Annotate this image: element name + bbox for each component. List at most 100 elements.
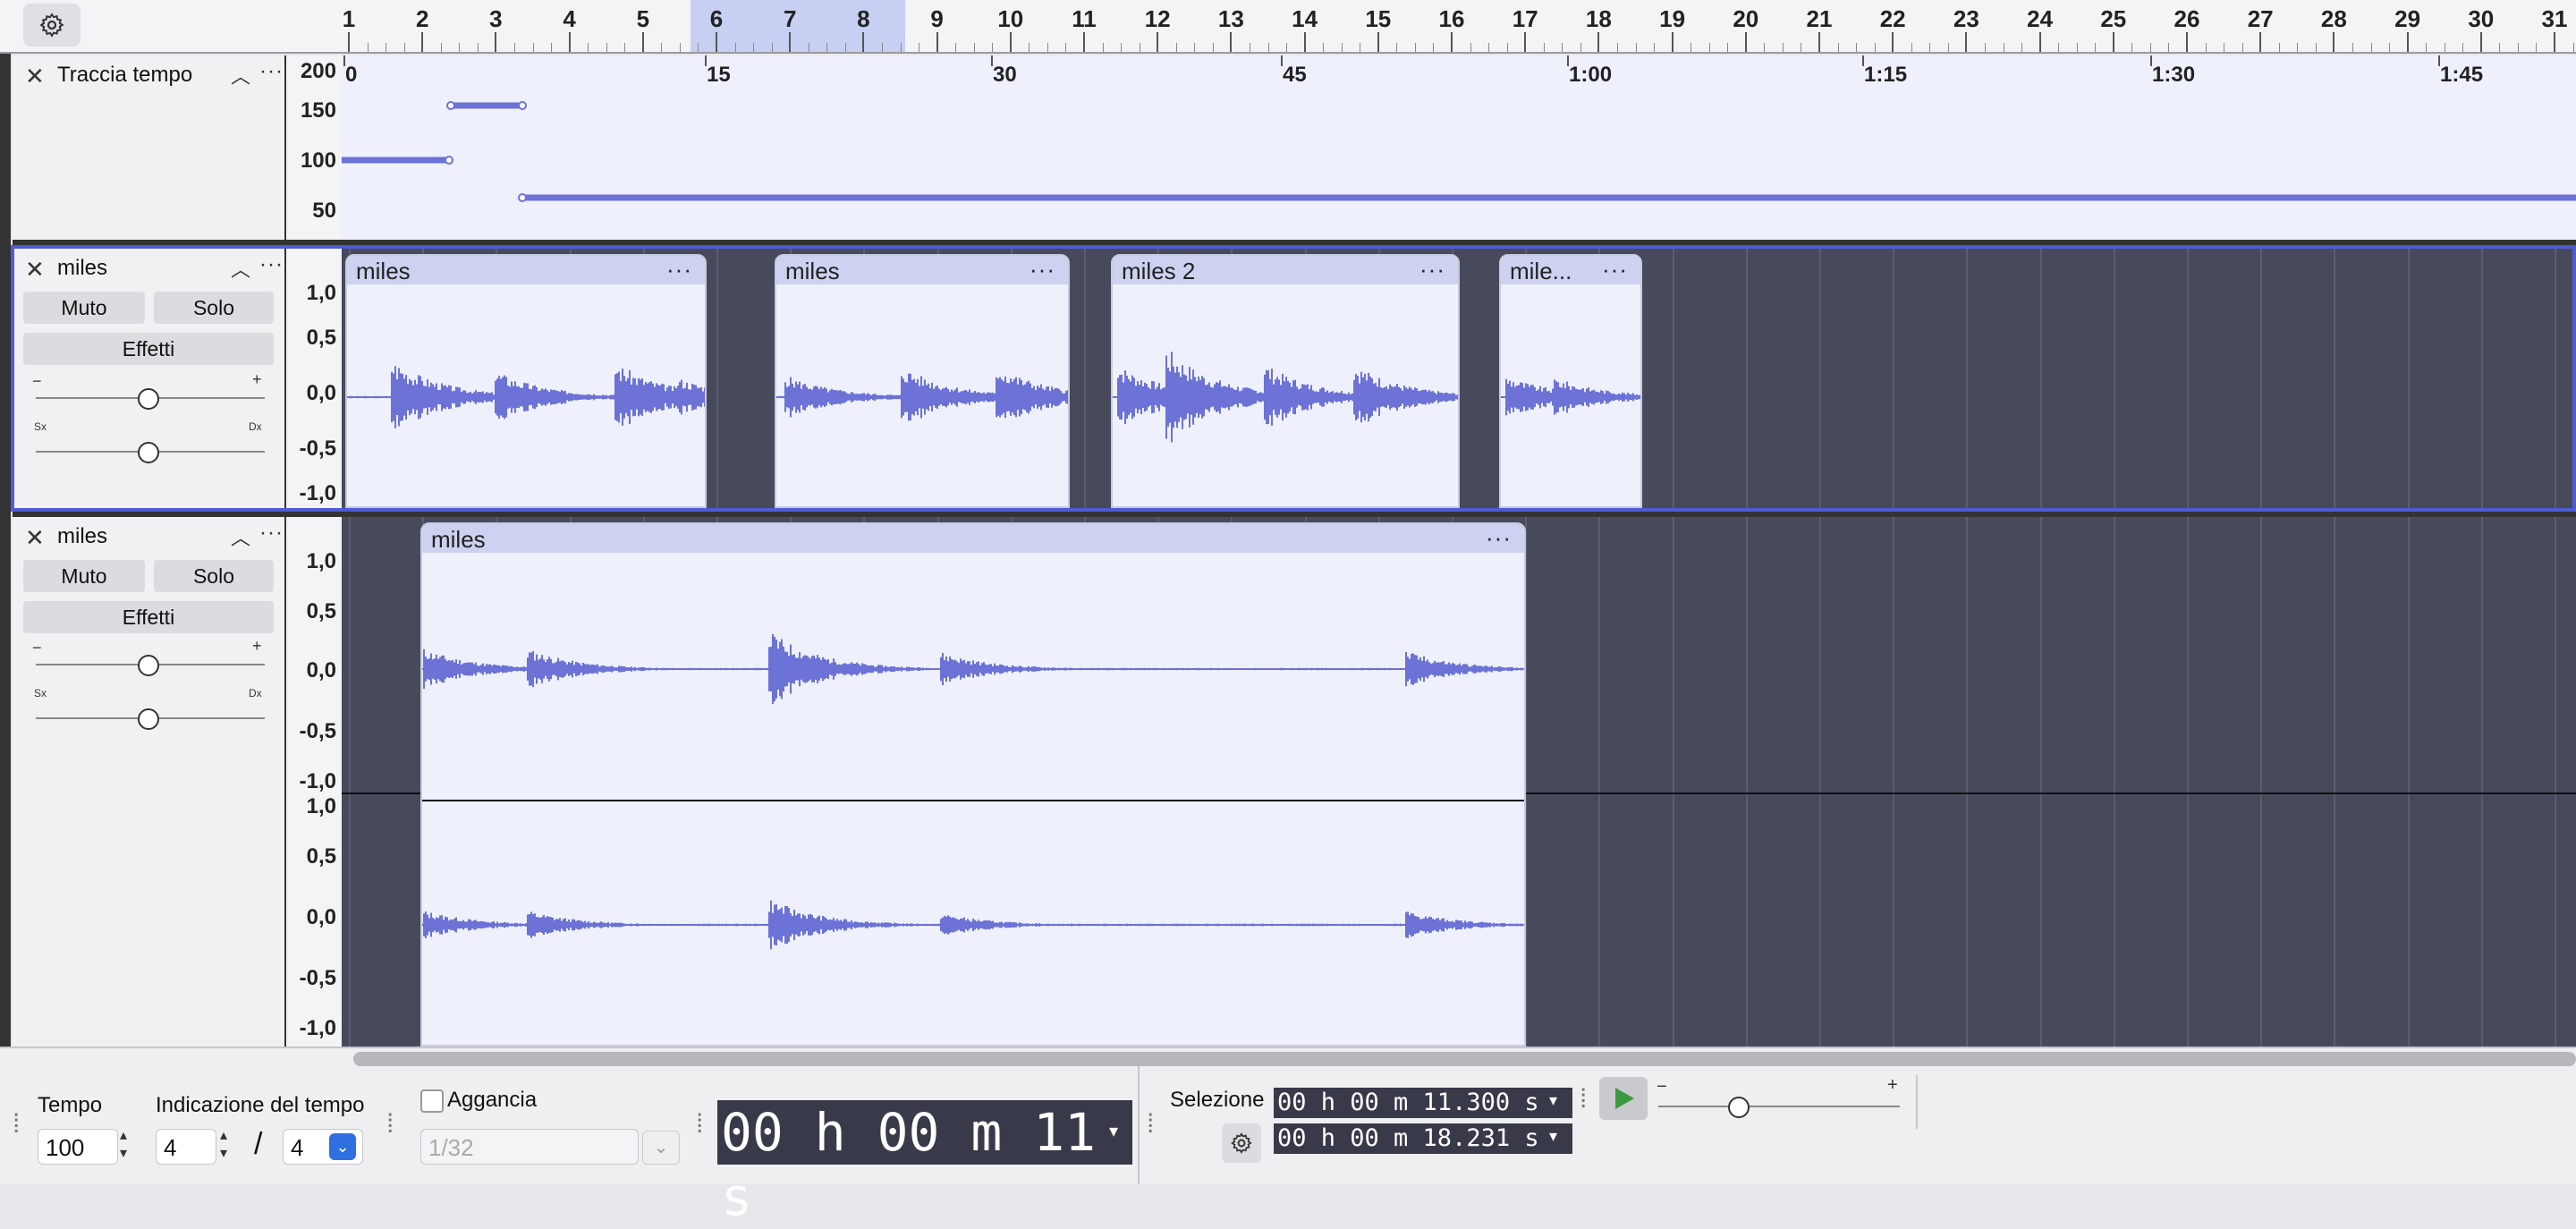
effects-button[interactable]: Effetti xyxy=(23,601,274,633)
clip-header[interactable]: mile... ··· xyxy=(1501,256,1640,284)
signature-label: Indicazione del tempo xyxy=(156,1093,365,1117)
time-display[interactable]: 00 h 00 m 11 s xyxy=(717,1100,1132,1227)
beat-subtick xyxy=(753,43,755,52)
toolbar-grip[interactable] xyxy=(696,1109,707,1136)
track-header-1[interactable]: ✕ miles ︿ ··· Muto Solo Effetti − + Sx D… xyxy=(13,249,287,508)
beat-tick xyxy=(789,32,792,52)
selection-settings-button[interactable] xyxy=(1222,1123,1261,1163)
beat-subtick xyxy=(1065,43,1067,52)
beat-subtick xyxy=(900,43,902,52)
clip-name: miles xyxy=(785,258,840,284)
chevron-down-icon[interactable]: ▾ xyxy=(1109,1120,1118,1142)
beat-number: 28 xyxy=(2320,5,2347,32)
signature-stepper-icon[interactable]: ▴ ▾ xyxy=(220,1127,227,1163)
timeline-settings-button[interactable] xyxy=(23,4,80,47)
track-header-2[interactable]: ✕ miles ︿ ··· Muto Solo Effetti − + Sx D… xyxy=(13,517,287,1047)
track2-content[interactable]: miles ··· xyxy=(342,517,2576,1047)
effects-button[interactable]: Effetti xyxy=(23,333,274,365)
more-icon[interactable]: ··· xyxy=(259,59,284,84)
timeline-ruler[interactable]: 1 2 3 4 5 6 7 8 9 10 11 12 13 14 15 16 17 18 19 20 21 22 23 24 2… xyxy=(0,0,2576,54)
beat-grid-line xyxy=(2187,517,2189,1047)
selection-start-field[interactable]: 00 h 00 m 11.300 s xyxy=(1274,1088,1572,1118)
chevron-down-icon[interactable]: ▾ xyxy=(1549,1091,1557,1110)
tempo-track-area[interactable]: 0 15 30 45 1:00 1:15 1:30 1:45 xyxy=(342,55,2576,240)
tempo-input[interactable]: 100 xyxy=(38,1129,118,1165)
track1-scale: 1,0 0,5 0,0 -0,5 -1,0 xyxy=(286,249,342,508)
close-icon[interactable]: ✕ xyxy=(25,256,45,284)
more-icon[interactable]: ··· xyxy=(1602,256,1628,284)
more-icon[interactable]: ··· xyxy=(1030,256,1055,284)
mute-button[interactable]: Muto xyxy=(23,292,145,324)
speed-slider-track[interactable] xyxy=(1658,1106,1900,1107)
snap-label: Aggancia xyxy=(447,1088,538,1112)
gain-slider-knob[interactable] xyxy=(138,388,159,410)
clip-header[interactable]: miles ··· xyxy=(422,524,1524,553)
solo-button[interactable]: Solo xyxy=(154,560,274,592)
clip-header[interactable]: miles ··· xyxy=(347,256,705,284)
audio-clip[interactable]: miles ··· xyxy=(345,254,707,508)
more-icon[interactable]: ··· xyxy=(666,256,692,284)
beat-subtick xyxy=(440,43,442,52)
close-icon[interactable]: ✕ xyxy=(25,63,45,90)
audio-clip[interactable]: miles 2 ··· xyxy=(1111,254,1460,508)
scale-label: -0,5 xyxy=(299,437,336,461)
collapse-icon[interactable]: ︿ xyxy=(231,522,250,551)
waveform-left-channel xyxy=(422,633,1524,705)
clip-name: miles 2 xyxy=(1122,258,1196,284)
beat-tick xyxy=(1744,32,1747,52)
beat-subtick xyxy=(551,43,553,52)
mute-button[interactable]: Muto xyxy=(23,560,145,592)
beat-subtick xyxy=(1727,43,1729,52)
beat-subtick xyxy=(1102,43,1104,52)
beat-number: 6 xyxy=(709,5,724,32)
audio-clip[interactable]: miles ··· xyxy=(420,522,1526,1047)
toolbar-grip[interactable] xyxy=(386,1109,397,1136)
more-icon[interactable]: ··· xyxy=(1486,524,1512,552)
collapse-icon[interactable]: ︿ xyxy=(231,61,250,89)
beat-tick xyxy=(936,32,938,52)
close-icon[interactable]: ✕ xyxy=(25,524,45,552)
pan-slider-knob[interactable] xyxy=(138,442,159,463)
beat-tick xyxy=(862,32,865,52)
more-icon[interactable]: ··· xyxy=(259,252,284,277)
beat-grid-line xyxy=(2113,249,2115,508)
scale-label: 0,5 xyxy=(306,599,336,623)
scale-label: -1,0 xyxy=(299,769,336,793)
track1-content[interactable]: miles ··· miles ··· miles 2 ··· mile... … xyxy=(342,249,2576,508)
beat-grid-line xyxy=(1745,517,1748,1047)
more-icon[interactable]: ··· xyxy=(259,521,284,546)
pan-slider-knob[interactable] xyxy=(138,708,159,730)
signature-upper-input[interactable]: 4 xyxy=(156,1129,216,1165)
beat-subtick xyxy=(403,43,405,52)
speed-slider-knob[interactable] xyxy=(1728,1097,1750,1118)
clip-header[interactable]: miles 2 ··· xyxy=(1113,256,1458,284)
toolbar-grip[interactable] xyxy=(1580,1084,1590,1111)
beat-subtick xyxy=(1616,43,1618,52)
audio-clip[interactable]: mile... ··· xyxy=(1499,254,1642,508)
beat-grid-line xyxy=(1819,249,1821,508)
toolbar-grip[interactable] xyxy=(1147,1109,1157,1136)
toolbar-grip[interactable] xyxy=(13,1109,23,1136)
play-at-speed-button[interactable] xyxy=(1599,1077,1648,1120)
solo-button[interactable]: Solo xyxy=(154,292,274,324)
beat-subtick xyxy=(1470,43,1471,52)
beat-subtick xyxy=(881,43,883,52)
chevron-down-icon[interactable]: ⌄ xyxy=(329,1133,356,1160)
beat-subtick xyxy=(624,43,626,52)
clip-header[interactable]: miles ··· xyxy=(776,256,1068,284)
snap-checkbox[interactable] xyxy=(420,1089,444,1113)
collapse-icon[interactable]: ︿ xyxy=(231,254,250,283)
tempo-curve[interactable] xyxy=(342,55,2576,240)
track-name: miles xyxy=(57,524,108,548)
chevron-down-icon[interactable]: ⌄ xyxy=(642,1131,680,1165)
gain-slider-knob[interactable] xyxy=(138,655,159,676)
horizontal-scrollbar[interactable] xyxy=(353,1052,2576,1066)
chevron-down-icon[interactable]: ▾ xyxy=(1549,1127,1557,1146)
beat-subtick xyxy=(698,43,699,52)
audio-clip[interactable]: miles ··· xyxy=(775,254,1070,508)
more-icon[interactable]: ··· xyxy=(1419,256,1445,284)
tempo-track-header[interactable]: ✕ Traccia tempo ︿ ··· xyxy=(13,55,287,240)
snap-select[interactable]: 1/32 xyxy=(420,1129,639,1165)
tempo-stepper-icon[interactable]: ▴ ▾ xyxy=(120,1127,127,1163)
selection-end-field[interactable]: 00 h 00 m 18.231 s xyxy=(1274,1123,1572,1154)
